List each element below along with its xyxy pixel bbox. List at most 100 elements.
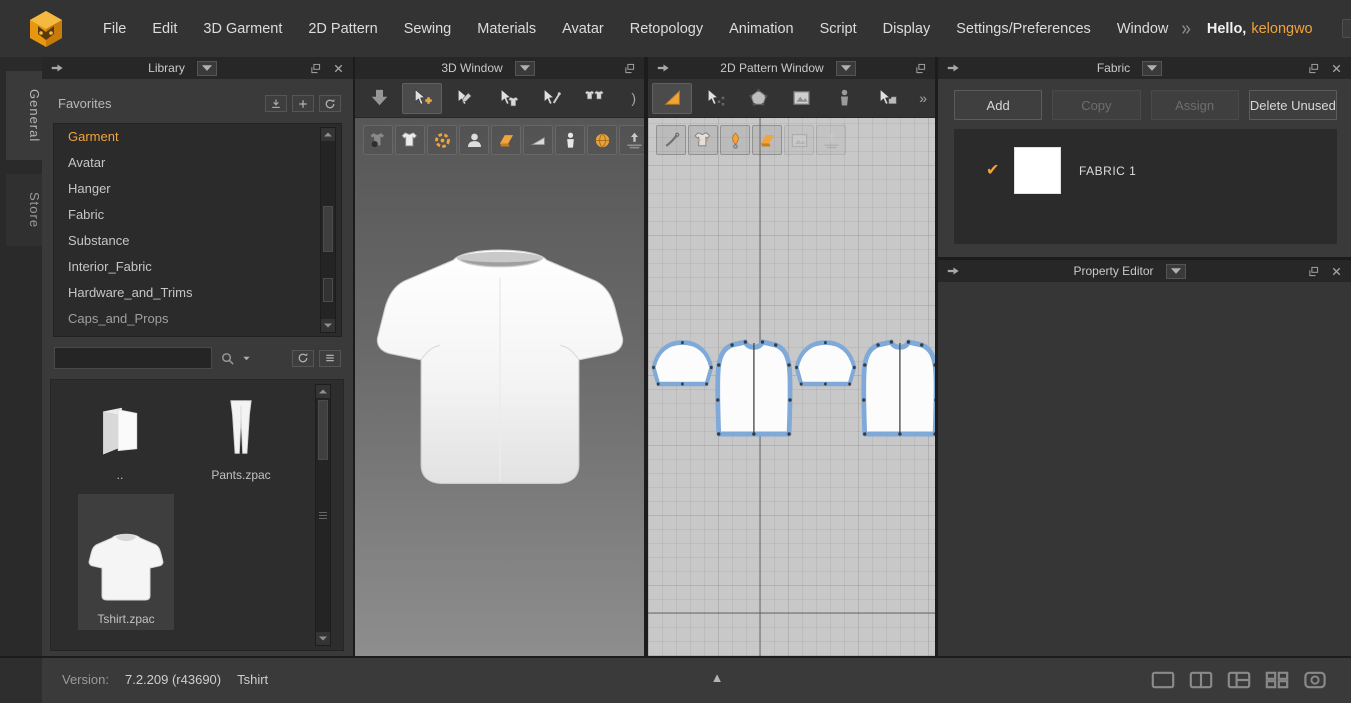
mini-button[interactable] xyxy=(319,350,341,367)
dock-pin-icon[interactable] xyxy=(49,61,65,75)
favorites-scrollbar[interactable] xyxy=(320,127,336,333)
toolbar-button[interactable] xyxy=(523,125,553,155)
side-tab[interactable]: General xyxy=(6,71,42,160)
toolbar-button[interactable] xyxy=(784,125,814,155)
favorites-item[interactable]: Hardware_and_Trims xyxy=(54,280,341,306)
tshirt-3d-render[interactable] xyxy=(365,218,635,510)
menu-item[interactable]: File xyxy=(90,15,139,43)
toolbar-button[interactable] xyxy=(531,83,571,114)
favorites-item[interactable]: Interior_Fabric xyxy=(54,254,341,280)
menu-item[interactable]: Edit xyxy=(139,15,190,43)
toolbar-button[interactable] xyxy=(1149,668,1177,692)
mini-button[interactable] xyxy=(319,95,341,112)
float-panel-icon[interactable] xyxy=(622,62,637,75)
float-panel-icon[interactable] xyxy=(1306,62,1321,75)
3d-viewport-canvas[interactable] xyxy=(355,118,644,656)
toolbar-button[interactable] xyxy=(488,83,528,114)
mini-button[interactable] xyxy=(265,95,287,112)
toolbar-button[interactable] xyxy=(1225,668,1253,692)
menu-item[interactable]: Materials xyxy=(464,15,549,43)
menu-overflow-chevron[interactable]: » xyxy=(1181,17,1190,41)
toolbar-button[interactable] xyxy=(1263,668,1291,692)
search-filter-caret-icon[interactable] xyxy=(241,353,252,364)
toolbar-button[interactable] xyxy=(427,125,457,155)
close-panel-icon[interactable] xyxy=(1329,265,1344,278)
toolbar-button[interactable] xyxy=(459,125,489,155)
favorites-item[interactable]: Avatar xyxy=(54,150,341,176)
scrollbar-thumb[interactable] xyxy=(323,206,333,252)
float-panel-icon[interactable] xyxy=(913,62,928,75)
search-input[interactable] xyxy=(54,347,212,369)
fabric-action-button[interactable]: Assign xyxy=(1151,90,1239,120)
panel-menu-button[interactable] xyxy=(1166,264,1186,279)
toolbar-button[interactable] xyxy=(738,83,778,114)
toolbar-button[interactable] xyxy=(720,125,750,155)
toolbar-button[interactable] xyxy=(824,83,864,114)
panel-menu-button[interactable] xyxy=(197,61,217,76)
browser-scrollbar[interactable] xyxy=(315,384,331,646)
toolbar-button[interactable] xyxy=(1187,668,1215,692)
fabric-action-button[interactable]: Delete Unused xyxy=(1249,90,1337,120)
menu-item[interactable]: Window xyxy=(1104,15,1182,43)
close-panel-icon[interactable] xyxy=(1329,62,1344,75)
menu-item[interactable]: Sewing xyxy=(391,15,465,43)
search-icon[interactable] xyxy=(220,351,235,366)
toolbar-button[interactable] xyxy=(555,125,585,155)
menu-item[interactable]: Animation xyxy=(716,15,806,43)
toolbar-button[interactable] xyxy=(652,83,692,114)
toolbar-button[interactable] xyxy=(359,83,399,114)
side-tab[interactable]: Store xyxy=(6,174,42,246)
dock-pin-icon[interactable] xyxy=(655,61,671,75)
scroll-down-icon[interactable] xyxy=(321,319,335,332)
dock-pin-icon[interactable] xyxy=(945,61,961,75)
close-panel-icon[interactable] xyxy=(331,62,346,75)
toolbar-button[interactable] xyxy=(395,125,425,155)
float-panel-icon[interactable] xyxy=(308,62,323,75)
fabric-action-button[interactable]: Copy xyxy=(1052,90,1140,120)
menu-item[interactable]: 3D Garment xyxy=(190,15,295,43)
menu-item[interactable]: Settings/Preferences xyxy=(943,15,1104,43)
fabric-action-button[interactable]: Add xyxy=(954,90,1042,120)
toolbar-button[interactable] xyxy=(402,83,442,114)
toolbar-overflow-chevron[interactable]: » xyxy=(919,90,931,106)
dock-pin-icon[interactable] xyxy=(945,264,961,278)
library-file-item[interactable]: .. xyxy=(65,390,175,486)
library-file-item[interactable]: Tshirt.zpac xyxy=(78,494,174,630)
expand-timeline-button[interactable]: ▲ xyxy=(703,670,731,690)
scroll-up-icon[interactable] xyxy=(321,128,335,141)
toolbar-overflow-chevron[interactable]: ) xyxy=(631,90,640,106)
favorites-item[interactable]: Hanger xyxy=(54,176,341,202)
panel-menu-button[interactable] xyxy=(836,61,856,76)
toolbar-button[interactable] xyxy=(781,83,821,114)
toolbar-button[interactable] xyxy=(619,125,644,155)
toolbar-button[interactable] xyxy=(363,125,393,155)
panel-menu-button[interactable] xyxy=(1142,61,1162,76)
toolbar-button[interactable] xyxy=(574,83,614,114)
float-panel-icon[interactable] xyxy=(1306,265,1321,278)
toolbar-button[interactable] xyxy=(1301,668,1329,692)
toolbar-button[interactable] xyxy=(491,125,521,155)
fabric-swatch[interactable] xyxy=(1014,147,1061,194)
panel-menu-button[interactable] xyxy=(515,61,535,76)
toolbar-button[interactable] xyxy=(445,83,485,114)
toolbar-button[interactable] xyxy=(587,125,617,155)
pattern-pieces[interactable] xyxy=(648,334,935,446)
favorites-item[interactable]: Substance xyxy=(54,228,341,254)
menu-item[interactable]: 2D Pattern xyxy=(295,15,390,43)
minimize-button[interactable]: − xyxy=(1342,19,1351,38)
favorites-item[interactable]: Fabric xyxy=(54,202,341,228)
toolbar-button[interactable] xyxy=(752,125,782,155)
menu-item[interactable]: Script xyxy=(807,15,870,43)
fabric-list-item[interactable]: ✔ FABRIC 1 xyxy=(954,129,1337,194)
toolbar-button[interactable] xyxy=(867,83,907,114)
mini-button[interactable] xyxy=(292,95,314,112)
scrollbar-thumb[interactable] xyxy=(318,400,328,460)
toolbar-button[interactable] xyxy=(656,125,686,155)
scroll-down-icon[interactable] xyxy=(316,632,330,645)
library-file-item[interactable]: Pants.zpac xyxy=(183,384,299,486)
menu-item[interactable]: Display xyxy=(870,15,944,43)
menu-item[interactable]: Retopology xyxy=(617,15,716,43)
toolbar-button[interactable] xyxy=(695,83,735,114)
toolbar-button[interactable] xyxy=(816,125,846,155)
2d-pattern-canvas[interactable] xyxy=(648,118,935,656)
